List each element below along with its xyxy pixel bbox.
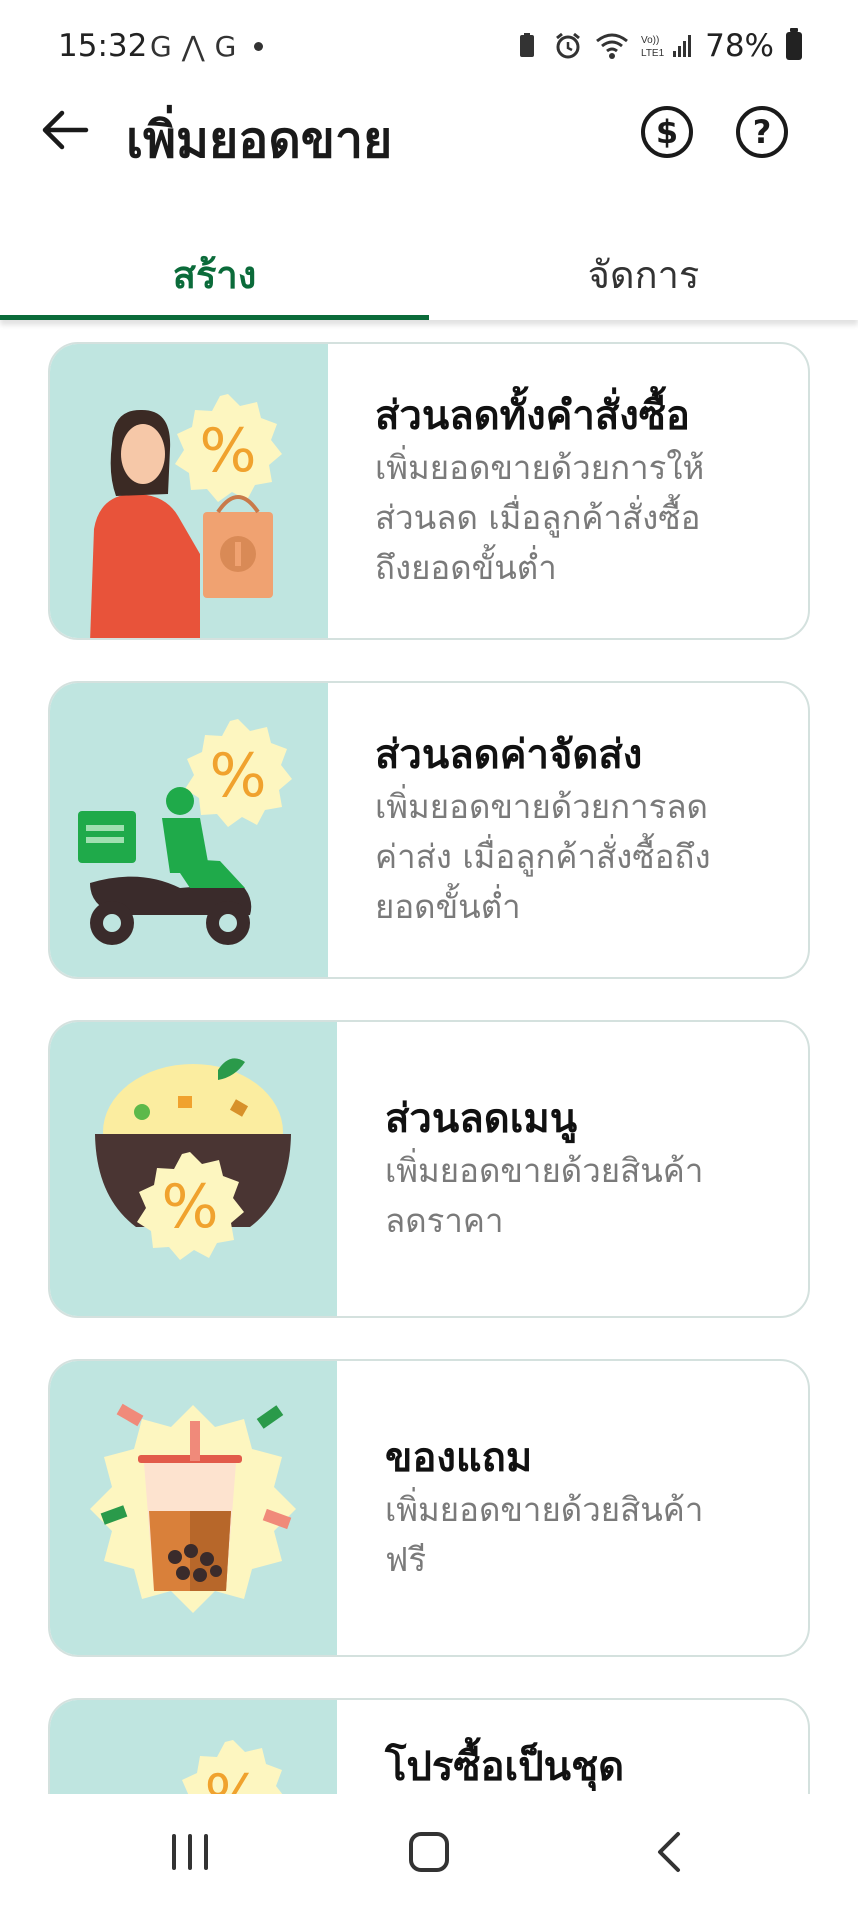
notification-icons: G ⋀ G <box>150 30 264 63</box>
status-bar: 15:32 G ⋀ G Vo)) LTE1 78% <box>0 0 858 96</box>
menu-discount-illustration: % <box>50 1022 337 1316</box>
svg-text:%: % <box>161 1172 218 1242</box>
dollar-circle-icon[interactable]: $ <box>641 106 693 158</box>
svg-text:LTE1: LTE1 <box>641 48 665 59</box>
free-gift-illustration <box>50 1361 337 1655</box>
delivery-discount-illustration: % <box>50 683 328 977</box>
back-chevron-icon[interactable] <box>640 1824 700 1880</box>
page-title: เพิ่มยอดขาย <box>126 111 393 169</box>
more-notifications-icon <box>254 42 264 51</box>
signal-icon: Vo)) LTE1 <box>641 35 692 59</box>
card-title: ส่วนลดทั้งคำสั่งซื้อ <box>375 393 690 439</box>
card-title: ส่วนลดค่าจัดส่ง <box>375 732 643 778</box>
system-status: Vo)) LTE1 78% <box>513 28 802 64</box>
home-icon[interactable] <box>399 1824 459 1880</box>
order-discount-illustration: % <box>50 344 328 638</box>
tab-manage[interactable]: จัดการ <box>429 228 858 320</box>
battery-percent: 78% <box>705 28 774 64</box>
app-icon: ⋀ <box>181 30 205 63</box>
battery-icon <box>786 28 802 60</box>
help-circle-icon[interactable]: ? <box>736 106 788 158</box>
google-icon: G <box>214 30 237 63</box>
status-time: 15:32 <box>58 28 148 64</box>
card-title: โปรซื้อเป็นชุด <box>385 1744 625 1790</box>
card-title: ของแถม <box>385 1435 533 1481</box>
arrow-left-icon[interactable] <box>36 100 96 160</box>
tab-create[interactable]: สร้าง <box>0 228 429 320</box>
promo-card-free-gift[interactable]: ของแถม เพิ่มยอดขายด้วยสินค้า ฟรี <box>48 1359 810 1657</box>
promo-card-bundle-deal[interactable]: % โปรซื้อเป็นชุด <box>48 1698 810 1794</box>
promotion-list: % ส่วนลดทั้งคำสั่งซื้อ เพิ่มยอดขายด้วยกา… <box>0 320 858 1794</box>
card-description: เพิ่มยอดขายด้วยสินค้า ฟรี <box>385 1490 704 1579</box>
system-nav-bar <box>0 1794 858 1907</box>
alarm-icon <box>556 32 581 59</box>
svg-text:%: % <box>209 741 266 811</box>
promo-card-delivery-discount[interactable]: % ส่วนลดค่าจัดส่ง เพิ่มยอดขายด้วยการลด ค… <box>48 681 810 979</box>
svg-text:%: % <box>204 1762 261 1794</box>
svg-text:Vo)): Vo)) <box>641 35 659 46</box>
bundle-deal-illustration: % <box>50 1700 337 1794</box>
card-title: ส่วนลดเมนู <box>385 1096 578 1142</box>
google-icon: G <box>150 30 172 63</box>
promo-card-menu-discount[interactable]: % ส่วนลดเมนู เพิ่มยอดขายด้วยสินค้า ลดราค… <box>48 1020 810 1318</box>
promo-card-order-discount[interactable]: % ส่วนลดทั้งคำสั่งซื้อ เพิ่มยอดขายด้วยกา… <box>48 342 810 640</box>
tab-bar: สร้าง จัดการ <box>0 228 858 320</box>
card-description: เพิ่มยอดขายด้วยการให้ ส่วนลด เมื่อลูกค้า… <box>375 448 705 587</box>
battery-saver-icon <box>520 33 535 57</box>
card-description: เพิ่มยอดขายด้วยสินค้า ลดราคา <box>385 1151 704 1240</box>
recents-icon[interactable] <box>160 1824 220 1880</box>
svg-text:%: % <box>199 416 256 486</box>
wifi-icon <box>596 33 629 59</box>
card-description: เพิ่มยอดขายด้วยการลด ค่าส่ง เมื่อลูกค้าส… <box>375 787 711 926</box>
